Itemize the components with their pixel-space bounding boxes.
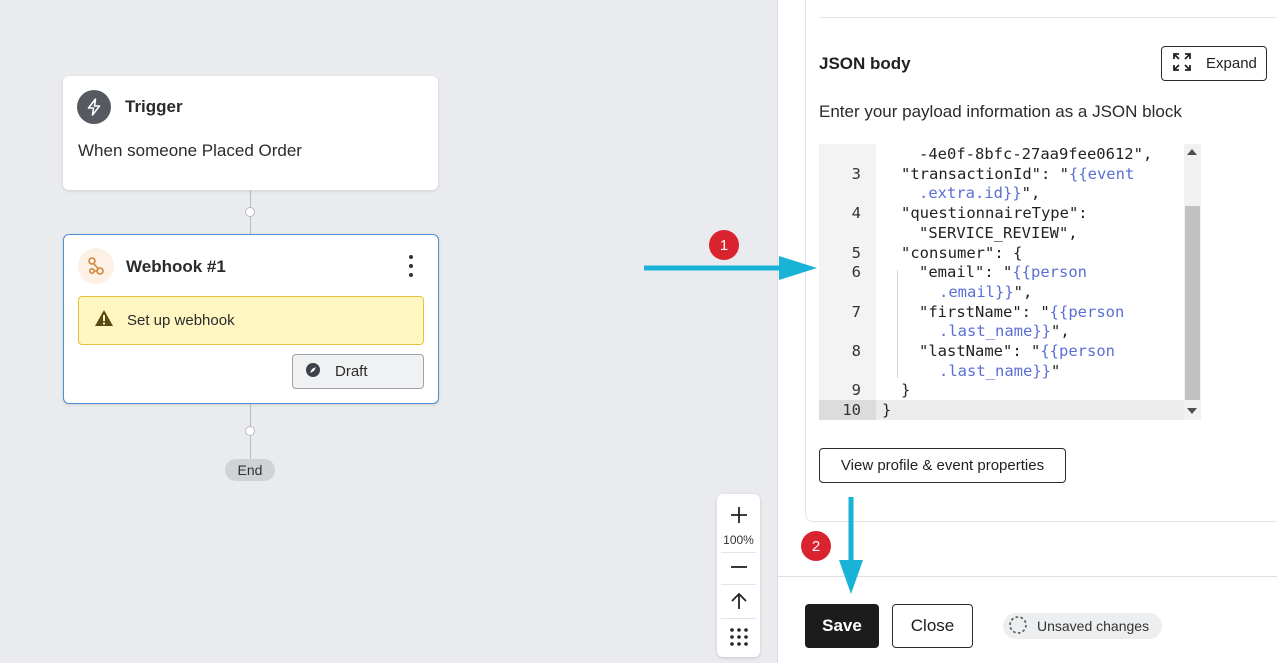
- line-number: 10: [842, 401, 861, 420]
- zoom-level: 100%: [723, 533, 754, 547]
- unsaved-label: Unsaved changes: [1037, 618, 1150, 634]
- line-number: 6: [851, 263, 861, 282]
- trigger-node[interactable]: Trigger When someone Placed Order: [63, 76, 438, 190]
- end-node: End: [225, 459, 275, 481]
- divider: [721, 584, 756, 585]
- code-text: "SERVICE_REVIEW",: [919, 223, 1078, 242]
- minus-icon[interactable]: [717, 556, 760, 578]
- lightning-icon: [77, 90, 111, 124]
- line-number: 9: [851, 381, 861, 400]
- code-text: "email": "{{person: [919, 263, 1087, 282]
- code-text: .email}}",: [939, 282, 1033, 301]
- draft-status-button[interactable]: Draft: [292, 354, 424, 389]
- code-text: "consumer": {: [901, 243, 1023, 262]
- annotation-badge-1: 1: [709, 230, 739, 260]
- trigger-title: Trigger: [125, 97, 183, 116]
- warning-text: Set up webhook: [127, 312, 235, 329]
- compass-icon: [305, 362, 321, 382]
- connector-dot[interactable]: [245, 426, 255, 436]
- draft-label: Draft: [335, 363, 368, 380]
- scrollbar-thumb[interactable]: [1185, 206, 1200, 400]
- code-text: "firstName": "{{person: [919, 302, 1125, 321]
- code-text: }: [901, 381, 911, 400]
- warning-triangle-icon: [94, 309, 114, 332]
- divider: [721, 552, 756, 553]
- panel-footer: Save Close Unsaved changes: [778, 576, 1277, 663]
- grid-dots-icon[interactable]: [717, 624, 760, 650]
- line-number: 3: [851, 164, 861, 183]
- plus-icon[interactable]: [717, 502, 760, 528]
- webhook-icon: [78, 248, 114, 284]
- close-button[interactable]: Close: [892, 604, 973, 648]
- webhook-title: Webhook #1: [126, 257, 226, 276]
- setup-warning[interactable]: Set up webhook: [78, 296, 424, 345]
- divider: [819, 17, 1277, 18]
- code-text: .last_name}}": [939, 361, 1061, 380]
- expand-label: Expand: [1206, 55, 1257, 72]
- webhook-node[interactable]: Webhook #1 Set up webhook Draft: [63, 234, 439, 404]
- expand-button[interactable]: Expand: [1161, 46, 1267, 81]
- arrow-up-icon[interactable]: [717, 589, 760, 613]
- view-properties-button[interactable]: View profile & event properties: [819, 448, 1066, 483]
- webhook-settings-panel: JSON body Expand Enter your payload info…: [777, 0, 1277, 663]
- code-text: .extra.id}}",: [919, 184, 1041, 203]
- save-button[interactable]: Save: [805, 604, 879, 648]
- annotation-badge-2: 2: [801, 531, 831, 561]
- trigger-description: When someone Placed Order: [78, 141, 302, 160]
- unsaved-status-badge: Unsaved changes: [1003, 613, 1162, 639]
- line-number: 7: [851, 302, 861, 321]
- line-number: 8: [851, 342, 861, 360]
- zoom-controls: 100%: [717, 494, 760, 657]
- code-text: "lastName": "{{person: [919, 342, 1115, 360]
- scroll-up-icon[interactable]: [1187, 149, 1197, 155]
- code-text: "questionnaireType":: [901, 204, 1088, 223]
- line-number: 4: [851, 204, 861, 223]
- more-options-icon[interactable]: [406, 255, 416, 277]
- json-description: Enter your payload information as a JSON…: [819, 102, 1182, 121]
- line-number: 5: [851, 243, 861, 262]
- code-text: }: [882, 401, 892, 420]
- scroll-down-icon[interactable]: [1187, 408, 1197, 414]
- expand-arrows-icon: [1172, 52, 1192, 76]
- code-text: -4e0f-8bfc-27aa9fee0612",: [919, 145, 1153, 163]
- code-text: "transactionId": "{{event: [901, 164, 1135, 183]
- json-code-editor[interactable]: -4e0f-8bfc-27aa9fee0612", 3 "transactionId…: [819, 144, 1201, 420]
- flow-canvas[interactable]: Trigger When someone Placed Order Webhoo…: [0, 0, 777, 663]
- divider: [721, 618, 756, 619]
- dashed-circle-icon: [1008, 615, 1028, 638]
- code-text: .last_name}}",: [939, 322, 1070, 341]
- json-body-heading: JSON body: [819, 54, 911, 73]
- code-content[interactable]: -4e0f-8bfc-27aa9fee0612", 3 "transactionId…: [819, 144, 1184, 420]
- editor-scrollbar[interactable]: [1184, 144, 1201, 420]
- connector-dot[interactable]: [245, 207, 255, 217]
